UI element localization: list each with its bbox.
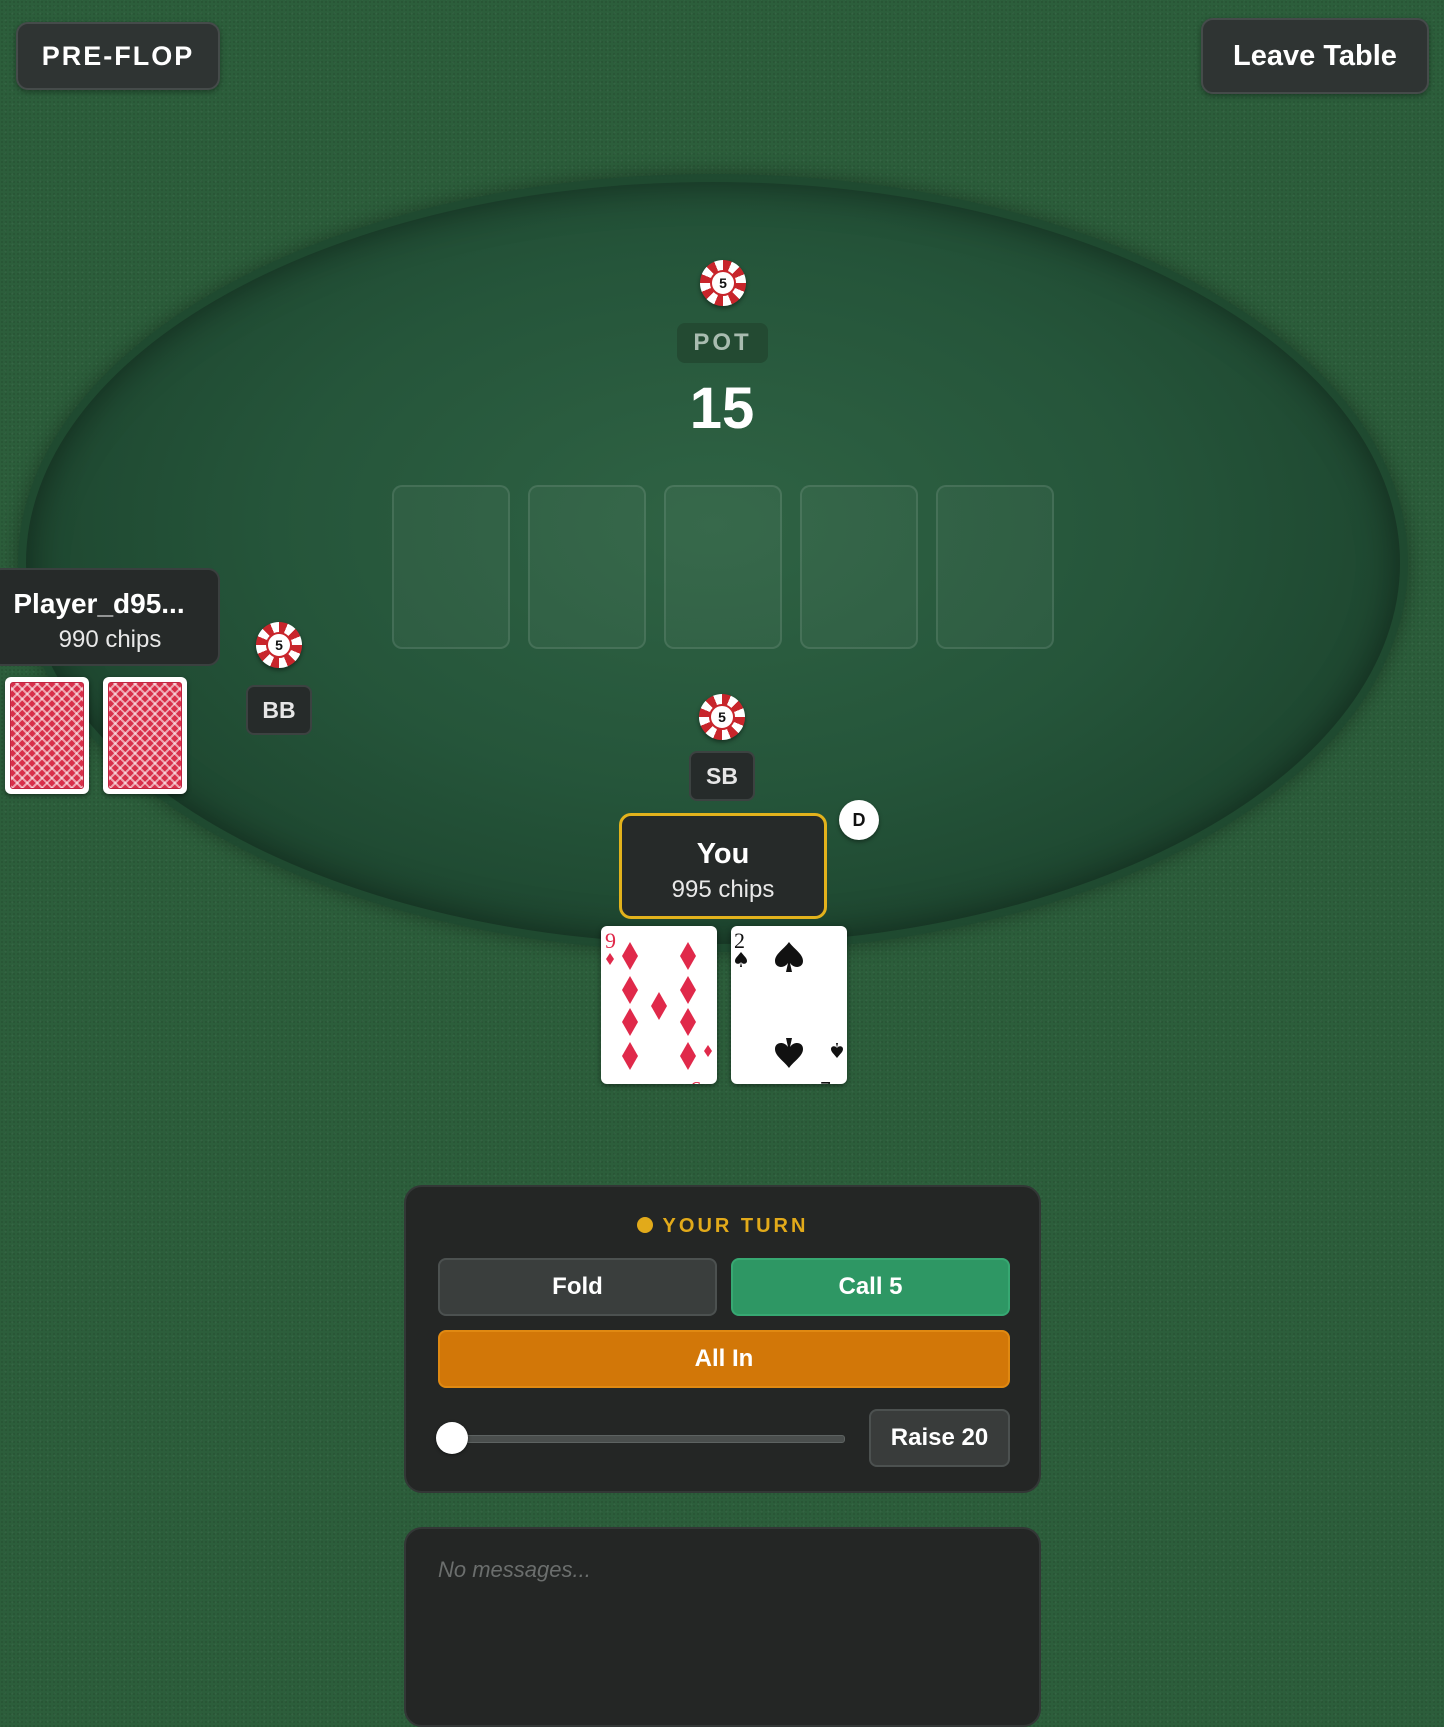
raise-slider-thumb[interactable] [436, 1422, 468, 1454]
pot-amount: 15 [689, 376, 755, 441]
community-card-slot [664, 485, 782, 649]
svg-text:2: 2 [734, 928, 745, 953]
two-of-spades-face: 2 2 [734, 928, 843, 1084]
message-log-empty-text: No messages... [438, 1557, 591, 1582]
turn-dot-icon [636, 1217, 653, 1233]
phase-indicator: PRE-FLOP [16, 22, 220, 90]
hero-bet-value: 5 [709, 704, 735, 730]
raise-button[interactable]: Raise 20 [869, 1409, 1010, 1467]
small-blind-badge: SB [689, 751, 755, 801]
all-in-button[interactable]: All In [438, 1330, 1010, 1388]
community-card-slot [800, 485, 918, 649]
raise-slider-track[interactable] [451, 1435, 845, 1443]
action-panel: YOUR TURN Fold Call 5 All In Raise 20 [404, 1185, 1041, 1493]
message-log-panel: No messages... [404, 1527, 1041, 1727]
call-button[interactable]: Call 5 [731, 1258, 1010, 1316]
hero-chip-count: 995 chips [671, 876, 775, 903]
svg-text:9: 9 [605, 928, 616, 953]
community-card-slot [936, 485, 1054, 649]
hero-name: You [696, 838, 750, 870]
community-card-slot [392, 485, 510, 649]
svg-text:2: 2 [820, 1077, 831, 1084]
hero-card-9-diamonds: 9 9 [601, 926, 717, 1084]
svg-text:9: 9 [690, 1077, 701, 1084]
dealer-button: D [839, 800, 879, 840]
opponent-chip-count: 990 chips [58, 626, 162, 653]
pot-label: POT [677, 323, 768, 363]
big-blind-badge: BB [246, 685, 312, 735]
turn-indicator: YOUR TURN [406, 1215, 1039, 1238]
hero-bet-chip-icon: 5 [699, 694, 745, 740]
opponent-name: Player_d95... [13, 588, 185, 619]
opponent-bet-chip-icon: 5 [256, 622, 302, 668]
opponent-card-back [5, 677, 89, 794]
fold-button[interactable]: Fold [438, 1258, 717, 1316]
leave-table-button[interactable]: Leave Table [1201, 18, 1429, 94]
nine-of-diamonds-face: 9 9 [605, 928, 712, 1084]
hero-card-2-spades: 2 2 [731, 926, 847, 1084]
hero-seat: You 995 chips [619, 813, 827, 919]
community-card-slot [528, 485, 646, 649]
turn-label: YOUR TURN [662, 1215, 809, 1237]
pot-chip-value: 5 [710, 270, 736, 296]
opponent-card-back [103, 677, 187, 794]
opponent-seat: Player_d95... 990 chips [0, 568, 220, 666]
pot-chip-icon: 5 [700, 260, 746, 306]
opponent-bet-value: 5 [266, 632, 292, 658]
